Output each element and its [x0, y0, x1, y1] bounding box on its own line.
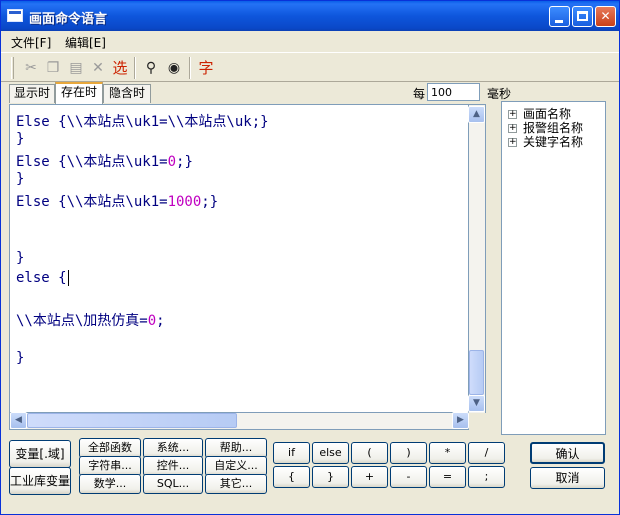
- toolbar-separator: [189, 57, 191, 79]
- maximize-button[interactable]: [572, 6, 593, 27]
- code-line: Else {\\本站点\uk1=0;}: [16, 154, 193, 170]
- code-line: \\本站点\加热仿真=0;: [16, 313, 165, 329]
- operator-minus-button[interactable]: -: [390, 466, 427, 488]
- text-caret: [67, 270, 69, 286]
- code-line: }: [16, 171, 25, 187]
- interval-unit-label: 毫秒: [487, 87, 512, 101]
- editor-horizontal-scrollbar[interactable]: ◀ ▶: [9, 412, 469, 430]
- app-window-icon: [7, 9, 23, 22]
- copy-icon[interactable]: ❐: [43, 58, 63, 78]
- command-language-window: 画面命令语言 ✕ 文件[F] 编辑[E] ✂ ❐ ▤ ✕ 选 ⚲ ◉ 字 显示时…: [0, 0, 620, 515]
- code-line: }: [16, 350, 25, 366]
- confirm-button[interactable]: 确认: [530, 442, 605, 464]
- expand-plus-icon[interactable]: +: [508, 138, 517, 147]
- tab-while-existing[interactable]: 存在时: [55, 82, 103, 104]
- find-icon[interactable]: ⚲: [141, 58, 161, 78]
- editor-vertical-scrollbar[interactable]: ▲ ▼: [468, 104, 486, 413]
- code-line: }: [16, 131, 25, 147]
- code-editor[interactable]: Else {\\本站点\uk1=\\本站点\uk;} } Else {\\本站点…: [9, 104, 469, 413]
- name-tree-panel: + 画面名称 + 报警组名称 + 关键字名称: [501, 101, 606, 435]
- help-button[interactable]: 帮助...: [205, 438, 267, 458]
- horizontal-scroll-thumb[interactable]: [27, 413, 237, 428]
- operator-open-brace-button[interactable]: {: [273, 466, 310, 488]
- menu-file[interactable]: 文件[F]: [11, 34, 51, 51]
- operator-divide-button[interactable]: /: [468, 442, 505, 464]
- sql-functions-button[interactable]: SQL...: [143, 474, 203, 494]
- toolbar-grip: [11, 57, 14, 79]
- operator-plus-button[interactable]: +: [351, 466, 388, 488]
- cut-icon[interactable]: ✂: [21, 58, 41, 78]
- interval-input[interactable]: [427, 83, 480, 101]
- all-functions-button[interactable]: 全部函数: [79, 438, 141, 458]
- code-line: Else {\\本站点\uk1=1000;}: [16, 194, 219, 210]
- control-functions-button[interactable]: 控件...: [143, 456, 203, 476]
- custom-functions-button[interactable]: 自定义...: [205, 456, 267, 476]
- replace-icon[interactable]: ◉: [164, 58, 184, 78]
- code-line: else {: [16, 270, 69, 286]
- scroll-up-arrow-icon[interactable]: ▲: [468, 106, 485, 123]
- toolbar: ✂ ❐ ▤ ✕ 选 ⚲ ◉ 字: [1, 52, 619, 82]
- title-bar[interactable]: 画面命令语言 ✕: [1, 1, 619, 31]
- tree-item-keywords[interactable]: + 关键字名称: [508, 133, 583, 150]
- code-line: }: [16, 250, 25, 266]
- expand-plus-icon[interactable]: +: [508, 110, 517, 119]
- system-functions-button[interactable]: 系统...: [143, 438, 203, 458]
- close-button[interactable]: ✕: [595, 6, 616, 27]
- scroll-down-arrow-icon[interactable]: ▼: [468, 395, 485, 412]
- scrollbar-corner: [469, 413, 486, 430]
- font-icon[interactable]: 字: [196, 58, 216, 78]
- vertical-scroll-thumb[interactable]: [469, 350, 484, 395]
- operator-equals-button[interactable]: =: [429, 466, 466, 488]
- select-icon[interactable]: 选: [110, 58, 130, 78]
- menu-bar: 文件[F] 编辑[E]: [1, 31, 619, 51]
- code-line: Else {\\本站点\uk1=\\本站点\uk;}: [16, 114, 269, 130]
- minimize-button[interactable]: [549, 6, 570, 27]
- paste-icon[interactable]: ▤: [66, 58, 86, 78]
- tab-on-display[interactable]: 显示时: [9, 84, 55, 103]
- expand-plus-icon[interactable]: +: [508, 124, 517, 133]
- operator-multiply-button[interactable]: *: [429, 442, 466, 464]
- math-functions-button[interactable]: 数学...: [79, 474, 141, 494]
- operator-else-button[interactable]: else: [312, 442, 349, 464]
- menu-edit[interactable]: 编辑[E]: [65, 34, 106, 51]
- operator-semicolon-button[interactable]: ;: [468, 466, 505, 488]
- operator-close-paren-button[interactable]: ): [390, 442, 427, 464]
- operator-close-brace-button[interactable]: }: [312, 466, 349, 488]
- scroll-right-arrow-icon[interactable]: ▶: [452, 412, 469, 429]
- operator-if-button[interactable]: if: [273, 442, 310, 464]
- delete-icon[interactable]: ✕: [88, 58, 108, 78]
- industrial-db-variable-button[interactable]: 工业库变量: [9, 467, 71, 495]
- variable-field-button[interactable]: 变量[.域]: [9, 440, 71, 468]
- operator-open-paren-button[interactable]: (: [351, 442, 388, 464]
- cancel-button[interactable]: 取消: [530, 467, 605, 489]
- toolbar-separator: [134, 57, 136, 79]
- other-functions-button[interactable]: 其它...: [205, 474, 267, 494]
- interval-prefix-label: 每: [413, 87, 426, 101]
- window-title: 画面命令语言: [29, 12, 108, 27]
- string-functions-button[interactable]: 字符串...: [79, 456, 141, 476]
- tab-on-hide[interactable]: 隐含时: [103, 84, 151, 103]
- scroll-left-arrow-icon[interactable]: ◀: [10, 412, 27, 429]
